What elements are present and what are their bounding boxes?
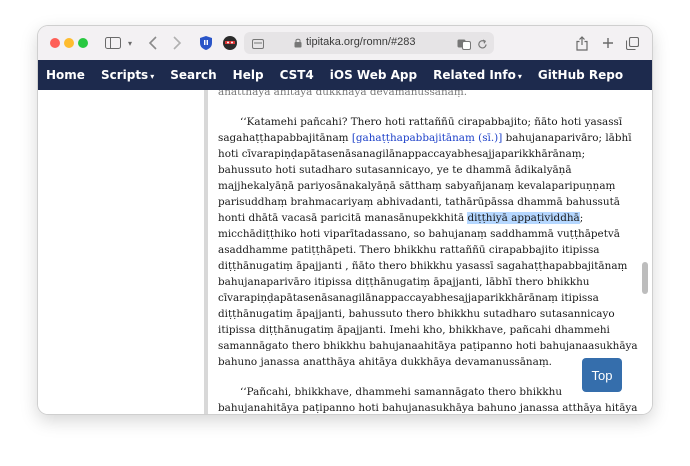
variant-reading-link[interactable]: [gahaṭṭhapabbajitānaṃ (sī.)] xyxy=(352,132,502,144)
new-tab-icon[interactable] xyxy=(598,33,618,53)
para2-text: ‘‘Pañcahi, bhikkhave, dhammehi samannāga… xyxy=(218,386,638,414)
nav-scripts-label: Scripts xyxy=(100,68,149,82)
minimize-window-button[interactable] xyxy=(64,38,74,48)
sutta-text: anatthāya ahitāya dukkhāya devamanussāna… xyxy=(218,90,638,414)
scrollbar-thumb[interactable] xyxy=(642,262,648,294)
nav-related-label: Related Info xyxy=(433,68,516,82)
nav-scripts[interactable]: Scripts ▾ xyxy=(93,68,162,82)
highlighted-selection: diṭṭhiyā appaṭividdhā xyxy=(467,212,580,224)
reload-icon[interactable] xyxy=(474,34,490,54)
nav-cst4-label: CST4 xyxy=(279,68,314,82)
zoom-window-button[interactable] xyxy=(78,38,88,48)
forward-icon[interactable] xyxy=(166,33,188,53)
paragraph-1: ‘‘Katamehi pañcahi? Thero hoti rattaññū … xyxy=(218,114,638,370)
caret-down-icon: ▾ xyxy=(517,72,522,81)
sidebar-divider[interactable] xyxy=(204,90,208,414)
nav-github-label: GitHub Repo xyxy=(537,68,624,82)
browser-toolbar: ▾ tipitaka.org/romn/#283 xyxy=(38,26,652,61)
extension-icon[interactable] xyxy=(220,33,240,53)
top-button[interactable]: Top xyxy=(582,358,622,392)
site-settings-icon[interactable] xyxy=(250,34,266,54)
url-text: tipitaka.org/romn/#283 xyxy=(306,36,416,48)
site-navbar: Home Scripts ▾ Search Help CST4 iOS Web A… xyxy=(38,60,652,90)
back-icon[interactable] xyxy=(142,33,164,53)
lock-icon xyxy=(292,33,304,53)
browser-window: ▾ tipitaka.org/romn/#283 Home Scripts ▾ … xyxy=(38,26,652,414)
translate-icon[interactable] xyxy=(456,34,472,54)
shield-icon[interactable] xyxy=(196,33,216,53)
share-icon[interactable] xyxy=(572,33,592,53)
nav-ios-label: iOS Web App xyxy=(329,68,418,82)
page-content: anatthāya ahitāya dukkhāya devamanussāna… xyxy=(38,90,652,414)
nav-ios-web-app[interactable]: iOS Web App xyxy=(322,68,425,82)
caret-down-icon: ▾ xyxy=(150,72,155,81)
nav-cst4[interactable]: CST4 xyxy=(272,68,322,82)
nav-related-info[interactable]: Related Info ▾ xyxy=(425,68,530,82)
nav-github-repo[interactable]: GitHub Repo xyxy=(530,68,631,82)
nav-search[interactable]: Search xyxy=(162,68,224,82)
nav-help[interactable]: Help xyxy=(225,68,272,82)
para1-text-c: ; micchādiṭṭhiko hoti viparītadassano, s… xyxy=(218,212,638,368)
paragraph-2: ‘‘Pañcahi, bhikkhave, dhammehi samannāga… xyxy=(218,384,638,414)
cut-off-line: anatthāya ahitāya dukkhāya devamanussāna… xyxy=(218,90,468,98)
nav-search-label: Search xyxy=(170,68,217,82)
tabs-overview-icon[interactable] xyxy=(622,33,642,53)
sidebar-icon[interactable] xyxy=(102,33,124,53)
nav-home[interactable]: Home xyxy=(38,68,93,82)
address-bar[interactable]: tipitaka.org/romn/#283 xyxy=(244,32,494,54)
chevron-down-icon[interactable]: ▾ xyxy=(124,33,136,53)
para1-text-b: bahujanaparivāro; lābhī hoti cīvarapiṇḍa… xyxy=(218,132,632,224)
close-window-button[interactable] xyxy=(50,38,60,48)
nav-help-label: Help xyxy=(232,68,264,82)
nav-home-label: Home xyxy=(46,68,85,82)
